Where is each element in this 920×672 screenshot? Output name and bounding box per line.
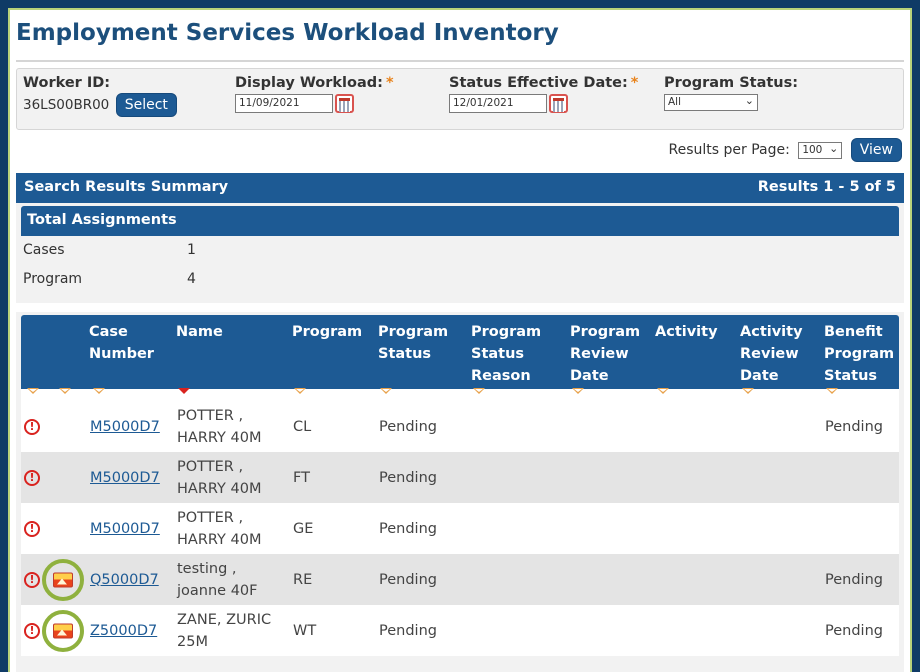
case-number-link[interactable]: M5000D7 xyxy=(90,467,160,489)
results-range: Results 1 - 5 of 5 xyxy=(757,179,896,195)
col-name[interactable]: Name xyxy=(176,321,223,343)
required-marker: * xyxy=(630,75,639,91)
col-program-status-reason[interactable]: Program Status Reason xyxy=(471,321,541,387)
summary-title: Search Results Summary xyxy=(24,179,229,195)
alert-circle-icon[interactable]: ! xyxy=(24,418,40,435)
workload-inventory-window: Employment Services Workload Inventory W… xyxy=(8,8,912,672)
totals-label: Cases xyxy=(23,242,65,258)
table-row: ! M5000D7 POTTER , HARRY 40M GE Pending xyxy=(21,503,899,554)
table-row: ! Q5000D7 testing , joanne 40F RE Pending Pend… xyxy=(21,554,899,605)
results-per-page-selected: 100 xyxy=(802,143,823,156)
highlight-circle xyxy=(42,558,84,601)
status-effective-date-input[interactable]: 12/01/2021 xyxy=(449,94,547,113)
results-per-page-label: Results per Page: xyxy=(668,142,790,158)
alert-circle-icon[interactable]: ! xyxy=(24,520,40,537)
program-status-cell: Pending xyxy=(379,571,437,588)
table-row: ! Z5000D7 ZANE, ZURIC 25M WT Pending Pending xyxy=(21,605,899,656)
sort-arrow-row xyxy=(21,388,899,401)
program-status-cell: Pending xyxy=(379,520,437,537)
col-activity-review-date[interactable]: Activity Review Date xyxy=(740,321,803,387)
chevron-down-icon: ⌄ xyxy=(744,94,754,107)
select-worker-button[interactable]: Select xyxy=(115,93,177,117)
worker-id-label: Worker ID: xyxy=(23,75,111,91)
sort-arrow-icon[interactable] xyxy=(657,388,669,394)
display-workload-label: Display Workload: xyxy=(235,75,383,91)
sort-arrow-icon[interactable] xyxy=(742,388,754,394)
col-case-number[interactable]: Case Number xyxy=(89,321,154,365)
totals-row-program: Program 4 xyxy=(21,265,899,294)
program-cell: RE xyxy=(293,571,313,588)
alert-circle-icon[interactable]: ! xyxy=(24,469,40,486)
program-status-cell: Pending xyxy=(379,622,437,639)
name-cell: ZANE, ZURIC 25M xyxy=(177,611,272,650)
sort-arrow-icon[interactable] xyxy=(826,388,838,394)
totals-row-cases: Cases 1 xyxy=(21,236,899,265)
sort-arrow-icon[interactable] xyxy=(27,388,39,394)
worker-id-filter: Worker ID: 36LS00BR00 Select xyxy=(23,75,177,117)
worker-id-value: 36LS00BR00 xyxy=(23,97,110,113)
col-benefit-program-status[interactable]: Benefit Program Status xyxy=(824,321,894,387)
alert-circle-icon[interactable]: ! xyxy=(24,622,40,639)
totals-count: 4 xyxy=(187,271,196,287)
calendar-icon[interactable] xyxy=(335,94,354,113)
case-number-link[interactable]: M5000D7 xyxy=(90,518,160,540)
view-button[interactable]: View xyxy=(850,138,902,162)
program-cell: GE xyxy=(293,520,314,537)
name-cell: testing , joanne 40F xyxy=(177,560,258,599)
sort-arrow-icon[interactable] xyxy=(59,388,71,394)
sort-arrow-icon[interactable] xyxy=(294,388,306,394)
case-number-link[interactable]: Q5000D7 xyxy=(90,569,159,591)
display-workload-filter: Display Workload: * 11/09/2021 xyxy=(235,75,394,113)
benefit-program-status-cell: Pending xyxy=(825,571,883,588)
name-cell: POTTER , HARRY 40M xyxy=(177,509,262,548)
sort-arrow-icon[interactable] xyxy=(93,388,105,394)
benefit-program-status-cell: Pending xyxy=(825,622,883,639)
col-program[interactable]: Program xyxy=(292,321,362,343)
table-body: ! M5000D7 POTTER , HARRY 40M CL Pending Pendin… xyxy=(21,401,899,656)
sort-arrow-icon[interactable] xyxy=(473,388,485,394)
highlight-circle xyxy=(42,609,84,652)
program-cell: CL xyxy=(293,418,312,435)
case-number-link[interactable]: M5000D7 xyxy=(90,416,160,438)
benefit-program-status-cell: Pending xyxy=(825,418,883,435)
filter-panel: Worker ID: 36LS00BR00 Select Display Wor… xyxy=(16,68,904,130)
sort-arrow-icon[interactable] xyxy=(380,388,392,394)
totals-label: Program xyxy=(23,271,83,287)
search-results-summary-bar: Search Results Summary Results 1 - 5 of … xyxy=(16,173,904,203)
case-number-link[interactable]: Z5000D7 xyxy=(90,620,157,642)
title-divider xyxy=(16,60,904,62)
name-cell: POTTER , HARRY 40M xyxy=(177,407,262,446)
program-status-label: Program Status: xyxy=(664,75,799,91)
table-row: ! M5000D7 POTTER , HARRY 40M CL Pending Pendin… xyxy=(21,401,899,452)
display-workload-date-input[interactable]: 11/09/2021 xyxy=(235,94,333,113)
program-cell: FT xyxy=(293,469,310,486)
col-activity[interactable]: Activity xyxy=(655,321,718,343)
totals-count: 1 xyxy=(187,242,196,258)
alert-circle-icon[interactable]: ! xyxy=(24,571,40,588)
sort-arrow-icon[interactable] xyxy=(178,388,190,394)
program-status-selected: All xyxy=(668,96,682,108)
status-effective-date-filter: Status Effective Date: * 12/01/2021 xyxy=(449,75,638,113)
sort-arrow-icon[interactable] xyxy=(572,388,584,394)
program-cell: WT xyxy=(293,622,317,639)
table-row: ! M5000D7 POTTER , HARRY 40M FT Pending xyxy=(21,452,899,503)
status-effective-date-label: Status Effective Date: xyxy=(449,75,628,91)
total-assignments-panel: Total Assignments Cases 1 Program 4 xyxy=(16,203,904,303)
chevron-down-icon: ⌄ xyxy=(829,141,839,155)
page-title: Employment Services Workload Inventory xyxy=(16,20,559,46)
program-status-filter: Program Status: All ⌄ xyxy=(664,75,798,111)
program-status-select[interactable]: All ⌄ xyxy=(664,94,758,111)
col-program-review-date[interactable]: Program Review Date xyxy=(570,321,640,387)
calendar-icon[interactable] xyxy=(549,94,568,113)
program-status-cell: Pending xyxy=(379,418,437,435)
results-per-page-select[interactable]: 100 ⌄ xyxy=(798,141,843,159)
results-table: Case Number Name Program Program Status Pr… xyxy=(16,312,904,672)
col-program-status[interactable]: Program Status xyxy=(378,321,448,365)
name-cell: POTTER , HARRY 40M xyxy=(177,458,262,497)
results-per-page: Results per Page: 100 ⌄ View xyxy=(669,138,902,162)
total-assignments-header: Total Assignments xyxy=(21,206,899,236)
required-marker: * xyxy=(385,75,394,91)
table-header: Case Number Name Program Program Status Pr… xyxy=(21,315,899,389)
program-status-cell: Pending xyxy=(379,469,437,486)
